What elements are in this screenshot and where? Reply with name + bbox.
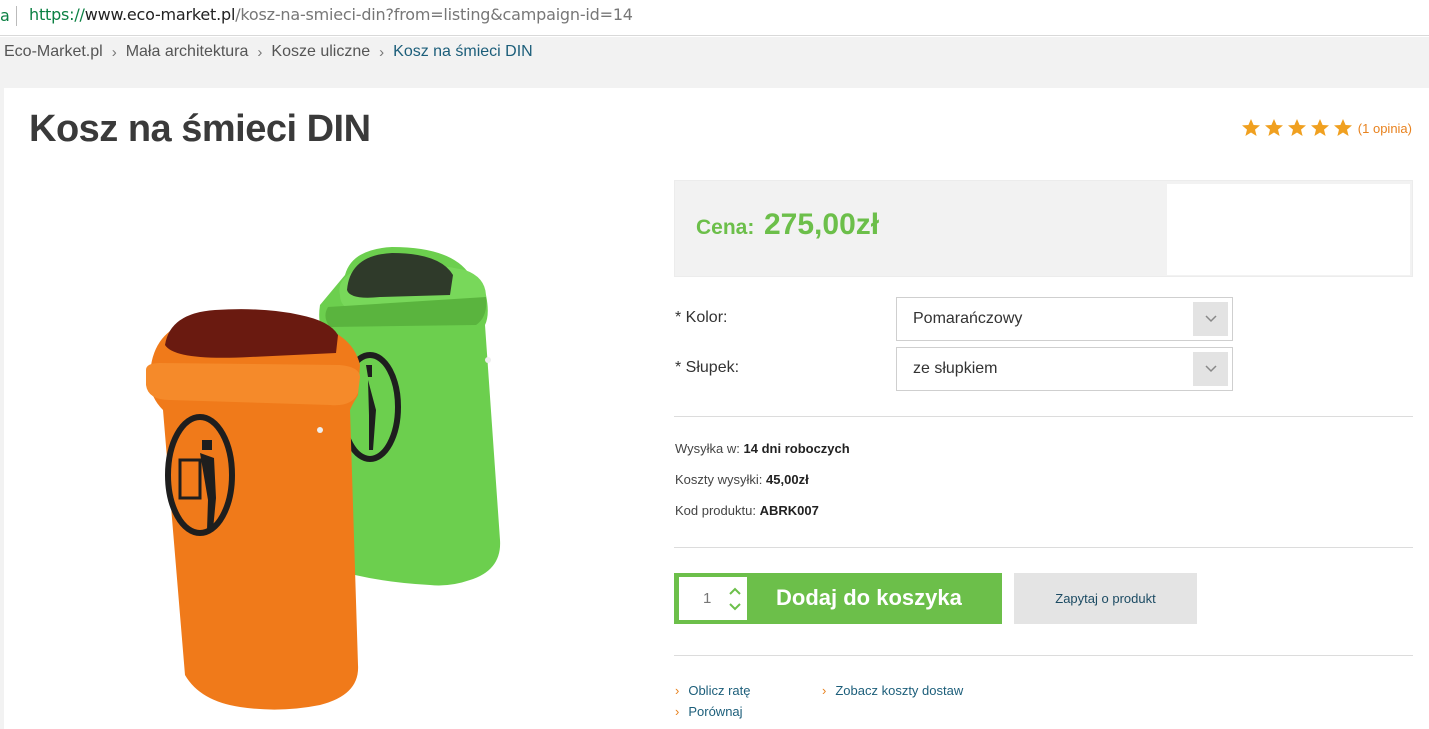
chevron-down-icon[interactable] [1193,352,1228,386]
calculate-installment-link[interactable]: › Oblicz ratę [675,683,750,698]
chevron-right-icon: › [257,43,263,61]
divider [674,655,1413,656]
ask-about-product-button[interactable]: Zapytaj o produkt [1014,573,1197,624]
star-icon [1264,119,1283,136]
chevron-right-icon: › [111,43,117,61]
star-icon [1310,119,1329,136]
review-count-link[interactable]: (1 opinia) [1358,121,1412,136]
price-box: Cena: 275,00zł [674,180,1413,277]
breadcrumb-street-bins[interactable]: Kosze uliczne [271,43,370,61]
chevron-right-icon: › [675,683,680,698]
calculate-installment-label: Oblicz ratę [688,683,751,698]
post-select[interactable]: ze słupkiem [896,347,1233,391]
compare-link[interactable]: › Porównaj [675,704,743,719]
shipping-time-value: 14 dni roboczych [743,441,850,456]
compare-label: Porównaj [688,704,743,719]
breadcrumb-current: Kosz na śmieci DIN [393,43,533,60]
quantity-value[interactable]: 1 [703,590,711,607]
color-select[interactable]: Pomarańczowy [896,297,1233,341]
url-path: /kosz-na-smieci-din?from=listing&campaig… [235,5,633,24]
orange-bin [146,309,360,710]
chevron-right-icon: › [379,43,385,61]
star-icon [1333,119,1352,136]
post-select-value: ze słupkiem [913,360,998,377]
shipping-time-label: Wysyłka w: [675,441,740,456]
star-icon [1287,119,1306,136]
chevron-right-icon: › [822,683,827,698]
tab-fragment: a [0,6,10,25]
divider [674,547,1413,548]
page-title: Kosz na śmieci DIN [29,108,371,150]
breadcrumb-home[interactable]: Eco-Market.pl [4,43,103,61]
url-scheme: https:// [29,5,85,24]
color-select-value: Pomarańczowy [913,310,1023,327]
address-bar[interactable]: a https://www.eco-market.pl/kosz-na-smie… [0,0,1429,36]
delivery-costs-link[interactable]: › Zobacz koszty dostaw [822,683,963,698]
shipping-cost: Koszty wysyłki: 45,00zł [675,472,809,487]
breadcrumb-small-architecture[interactable]: Mała architektura [126,43,249,61]
price-label: Cena: [696,216,755,239]
divider [674,416,1413,417]
chevron-up-icon[interactable] [729,586,741,596]
shipping-cost-label: Koszty wysyłki: [675,472,763,487]
address-separator [16,6,17,26]
price-value: 275,00zł [764,208,880,241]
delivery-costs-label: Zobacz koszty dostaw [835,683,964,698]
quantity-stepper[interactable]: 1 [679,577,747,620]
chevron-down-icon[interactable] [729,602,741,612]
color-option-label: * Kolor: [675,309,728,326]
product-rating[interactable]: (1 opinia) [1238,118,1412,138]
product-code: Kod produktu: ABRK007 [675,503,819,518]
product-code-value: ABRK007 [759,503,819,518]
breadcrumb: Eco-Market.pl › Mała architektura › Kosz… [4,42,533,62]
price-box-side-panel [1167,184,1410,275]
shipping-time: Wysyłka w: 14 dni roboczych [675,441,850,456]
add-to-cart-button[interactable]: 1 Dodaj do koszyka [674,573,1002,624]
shipping-cost-value: 45,00zł [766,472,809,487]
chevron-down-icon[interactable] [1193,302,1228,336]
product-image[interactable] [130,235,550,729]
add-to-cart-label: Dodaj do koszyka [776,585,962,610]
chevron-right-icon: › [675,704,680,719]
url-text[interactable]: https://www.eco-market.pl/kosz-na-smieci… [29,5,633,24]
star-icon [1241,119,1260,136]
post-option-label: * Słupek: [675,359,740,376]
product-code-label: Kod produktu: [675,503,756,518]
url-host: www.eco-market.pl [84,5,236,24]
